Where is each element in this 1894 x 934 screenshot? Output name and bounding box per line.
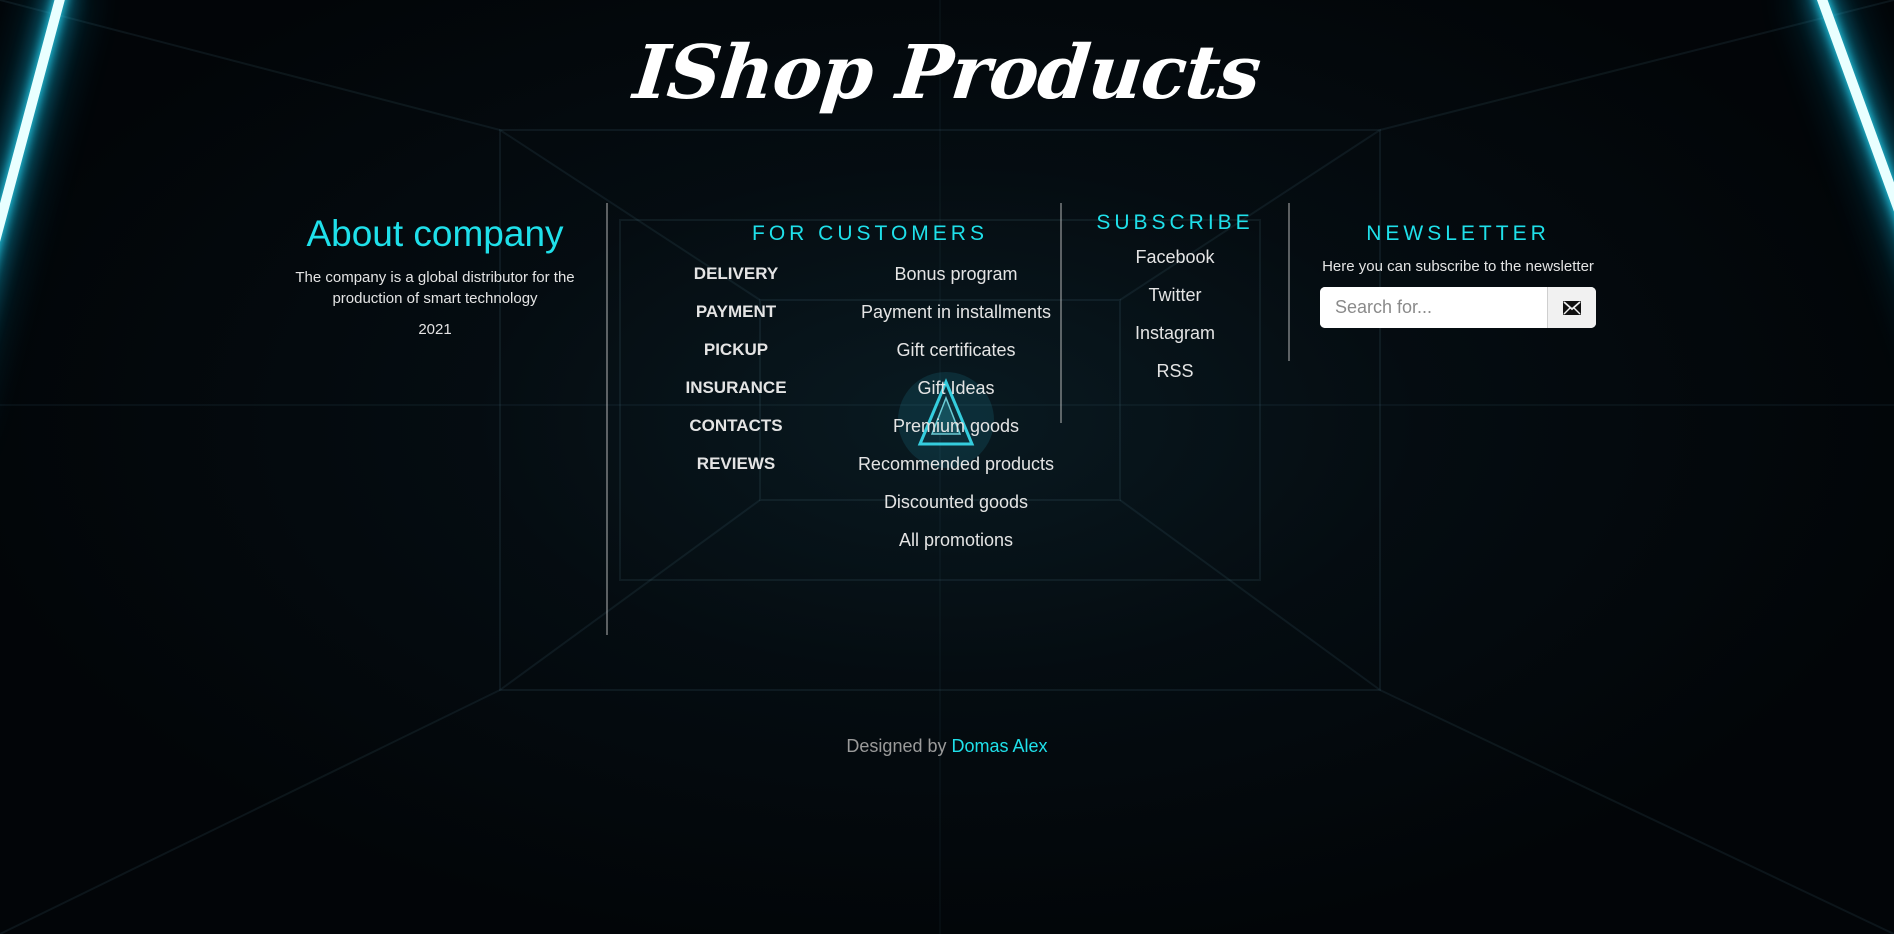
footer: Designed by Domas Alex bbox=[0, 736, 1894, 757]
about-description: The company is a global distributor for … bbox=[295, 269, 575, 307]
about-section: About company The company is a global di… bbox=[295, 213, 575, 338]
subscribe-section: SUBSCRIBE Facebook Twitter Instagram RSS bbox=[1080, 211, 1270, 393]
customers-section: FOR CUSTOMERS DELIVERY PAYMENT PICKUP IN… bbox=[660, 222, 1080, 550]
link-all-promotions[interactable]: All promotions bbox=[850, 524, 1062, 562]
newsletter-section: NEWSLETTER Here you can subscribe to the… bbox=[1320, 222, 1596, 328]
link-rss[interactable]: RSS bbox=[1080, 355, 1270, 393]
about-title: About company bbox=[306, 213, 564, 254]
newsletter-form bbox=[1320, 287, 1596, 328]
newsletter-input[interactable] bbox=[1320, 287, 1547, 328]
link-insurance[interactable]: INSURANCE bbox=[660, 372, 812, 410]
subscribe-title: SUBSCRIBE bbox=[1096, 211, 1254, 234]
footer-author-link[interactable]: Domas Alex bbox=[952, 736, 1048, 756]
newsletter-title: NEWSLETTER bbox=[1366, 222, 1550, 245]
customers-title: FOR CUSTOMERS bbox=[752, 222, 988, 245]
link-gift-certificates[interactable]: Gift certificates bbox=[850, 334, 1062, 372]
link-payment[interactable]: PAYMENT bbox=[660, 296, 812, 334]
divider-3 bbox=[1288, 203, 1290, 361]
newsletter-submit-button[interactable] bbox=[1547, 287, 1596, 328]
link-twitter[interactable]: Twitter bbox=[1080, 279, 1270, 317]
about-year: 2021 bbox=[418, 321, 452, 338]
page: IShop Products About company The company… bbox=[0, 0, 1894, 934]
footer-prefix: Designed by bbox=[846, 736, 947, 756]
envelope-icon bbox=[1563, 300, 1581, 315]
link-discounted-goods[interactable]: Discounted goods bbox=[850, 486, 1062, 524]
site-logo[interactable]: IShop Products bbox=[0, 30, 1894, 116]
link-facebook[interactable]: Facebook bbox=[1080, 241, 1270, 279]
link-delivery[interactable]: DELIVERY bbox=[660, 258, 812, 296]
divider-2 bbox=[1060, 203, 1062, 423]
link-contacts[interactable]: CONTACTS bbox=[660, 410, 812, 448]
link-pickup[interactable]: PICKUP bbox=[660, 334, 812, 372]
customers-extra-list: Bonus program Payment in installments Gi… bbox=[850, 258, 1062, 562]
link-instagram[interactable]: Instagram bbox=[1080, 317, 1270, 355]
link-payment-installments[interactable]: Payment in installments bbox=[850, 296, 1062, 334]
link-bonus-program[interactable]: Bonus program bbox=[850, 258, 1062, 296]
link-reviews[interactable]: REVIEWS bbox=[660, 448, 812, 486]
customers-main-list: DELIVERY PAYMENT PICKUP INSURANCE CONTAC… bbox=[660, 258, 812, 486]
subscribe-list: Facebook Twitter Instagram RSS bbox=[1080, 241, 1270, 393]
link-recommended-products[interactable]: Recommended products bbox=[850, 448, 1062, 486]
divider-1 bbox=[606, 203, 608, 635]
link-gift-ideas[interactable]: Gift Ideas bbox=[850, 372, 1062, 410]
newsletter-description: Here you can subscribe to the newsletter bbox=[1322, 258, 1594, 275]
link-premium-goods[interactable]: Premium goods bbox=[850, 410, 1062, 448]
